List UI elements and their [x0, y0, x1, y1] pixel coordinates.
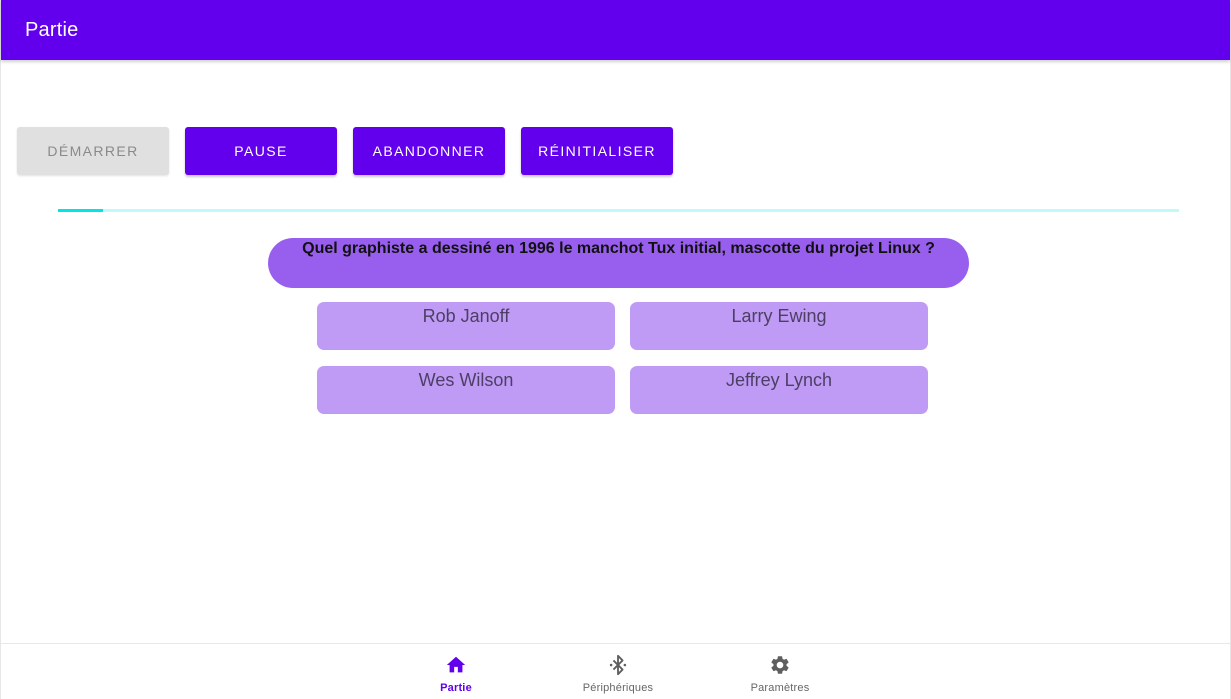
nav-item-label: Paramètres: [750, 682, 810, 694]
answer-grid: Rob Janoff Larry Ewing Wes Wilson Jeffre…: [317, 302, 929, 414]
pause-button[interactable]: Pause: [185, 127, 337, 175]
question-card: Quel graphiste a dessiné en 1996 le manc…: [268, 238, 969, 288]
bluetooth-icon: [609, 654, 627, 676]
answer-label: Larry Ewing: [731, 306, 827, 326]
start-button[interactable]: Démarrer: [17, 127, 169, 175]
answer-option-2[interactable]: Larry Ewing: [630, 302, 928, 350]
timer-progress-bar: [58, 209, 1179, 212]
page-title: Partie: [25, 18, 79, 41]
nav-item-partie[interactable]: Partie: [396, 644, 516, 699]
answer-label: Wes Wilson: [418, 370, 514, 390]
reset-button[interactable]: Réinitialiser: [521, 127, 673, 175]
game-controls: Démarrer Pause Abandonner Réinitialiser: [17, 127, 673, 175]
nav-item-label: Périphériques: [582, 682, 654, 694]
app-frame: Partie Démarrer Pause Abandonner Réiniti…: [0, 0, 1231, 699]
question-text: Quel graphiste a dessiné en 1996 le manc…: [302, 240, 935, 257]
timer-progress-fill: [58, 209, 103, 212]
answer-label: Rob Janoff: [422, 306, 510, 326]
bottom-navigation: Partie Périphériques Paramètres: [1, 643, 1230, 699]
answer-label: Jeffrey Lynch: [725, 370, 833, 390]
abandon-button[interactable]: Abandonner: [353, 127, 505, 175]
app-bar: Partie: [1, 0, 1230, 60]
nav-item-parametres[interactable]: Paramètres: [720, 644, 840, 699]
answer-option-4[interactable]: Jeffrey Lynch: [630, 366, 928, 414]
nav-item-label: Partie: [440, 682, 472, 694]
gear-icon: [771, 656, 789, 674]
home-icon: [446, 656, 466, 673]
answer-option-1[interactable]: Rob Janoff: [317, 302, 615, 350]
answer-option-3[interactable]: Wes Wilson: [317, 366, 615, 414]
nav-item-peripheriques[interactable]: Périphériques: [558, 644, 678, 699]
